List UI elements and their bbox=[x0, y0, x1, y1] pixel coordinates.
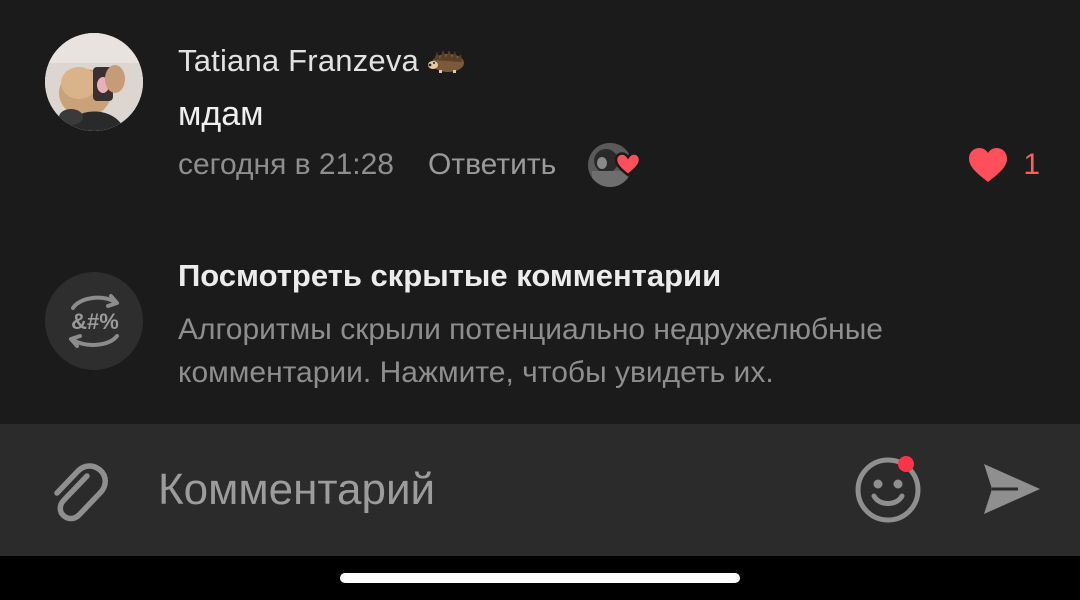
comment-text: мдам bbox=[178, 95, 264, 133]
notification-dot bbox=[898, 456, 914, 472]
comment-input[interactable] bbox=[158, 460, 818, 520]
author-row: Tatiana Franzeva bbox=[178, 40, 467, 82]
like-button[interactable]: 1 bbox=[967, 146, 1040, 184]
comment-timestamp: сегодня в 21:28 bbox=[178, 148, 394, 181]
reply-button[interactable]: Ответить bbox=[428, 148, 556, 182]
author-name[interactable]: Tatiana Franzeva bbox=[178, 43, 419, 79]
paperclip-icon bbox=[54, 463, 108, 522]
comments-screen: Tatiana Franzeva мдам сегодня в 21:28 От… bbox=[0, 0, 1080, 600]
comment-meta: сегодня в 21:28 Ответить 1 bbox=[178, 140, 1040, 190]
comment-item: Tatiana Franzeva мдам сегодня в 21:28 От… bbox=[0, 0, 1080, 230]
hidden-comments-description: Алгоритмы скрыли потенциально недружелюб… bbox=[178, 313, 883, 389]
send-button[interactable] bbox=[978, 456, 1044, 522]
small-heart-icon bbox=[614, 152, 642, 177]
hidden-comments-title: Посмотреть скрытые комментарии bbox=[178, 258, 722, 293]
author-avatar-photo bbox=[45, 33, 143, 131]
home-indicator[interactable] bbox=[340, 573, 740, 583]
author-like-indicator[interactable] bbox=[588, 141, 644, 189]
hedgehog-icon bbox=[428, 50, 464, 73]
heart-icon bbox=[969, 148, 1008, 182]
send-icon bbox=[984, 464, 1040, 514]
like-count: 1 bbox=[1023, 148, 1040, 181]
system-nav-bar bbox=[0, 556, 1080, 600]
hidden-comments-icon: &#% bbox=[45, 272, 143, 370]
hidden-icon-symbols: &#% bbox=[71, 309, 119, 334]
author-avatar[interactable] bbox=[45, 33, 143, 131]
comment-input-bar bbox=[0, 424, 1080, 556]
speech-symbols-icon: &#% bbox=[69, 294, 119, 348]
attach-button[interactable] bbox=[42, 454, 112, 524]
hidden-comments-banner[interactable]: &#% Посмотреть скрытые комментарии Алгор… bbox=[0, 240, 1080, 410]
